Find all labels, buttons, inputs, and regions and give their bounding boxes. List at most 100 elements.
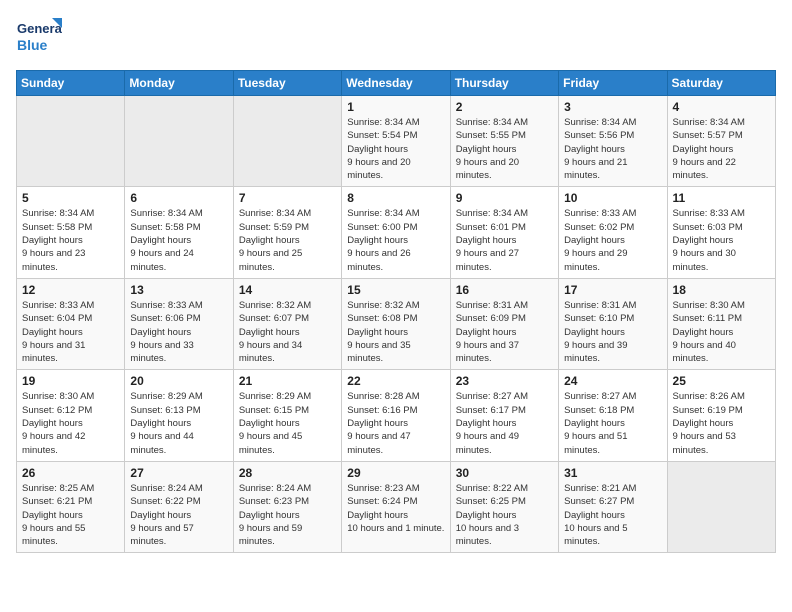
day-number: 22 — [347, 374, 444, 388]
logo: General Blue — [16, 16, 62, 60]
weekday-header-friday: Friday — [559, 71, 667, 96]
weekday-header-thursday: Thursday — [450, 71, 558, 96]
day-number: 12 — [22, 283, 119, 297]
logo-svg: General Blue — [16, 16, 62, 60]
day-number: 28 — [239, 466, 336, 480]
day-info: Sunrise: 8:34 AMSunset: 5:58 PMDaylight … — [130, 207, 227, 273]
calendar-day: 15Sunrise: 8:32 AMSunset: 6:08 PMDayligh… — [342, 278, 450, 369]
svg-text:Blue: Blue — [17, 37, 48, 53]
day-number: 20 — [130, 374, 227, 388]
day-info: Sunrise: 8:29 AMSunset: 6:13 PMDaylight … — [130, 390, 227, 456]
day-info: Sunrise: 8:33 AMSunset: 6:02 PMDaylight … — [564, 207, 661, 273]
calendar-day: 6 Sunrise: 8:34 AMSunset: 5:58 PMDaylight… — [125, 187, 233, 278]
day-info: Sunrise: 8:26 AMSunset: 6:19 PMDaylight … — [673, 390, 770, 456]
day-info: Sunrise: 8:34 AMSunset: 5:55 PMDaylight … — [456, 116, 553, 182]
weekday-header-wednesday: Wednesday — [342, 71, 450, 96]
day-number: 17 — [564, 283, 661, 297]
calendar-week-2: 5 Sunrise: 8:34 AMSunset: 5:58 PMDaylight… — [17, 187, 776, 278]
day-number: 18 — [673, 283, 770, 297]
day-number: 1 — [347, 100, 444, 114]
day-info: Sunrise: 8:22 AMSunset: 6:25 PMDaylight … — [456, 482, 553, 548]
calendar-day: 10 Sunrise: 8:33 AMSunset: 6:02 PMDayligh… — [559, 187, 667, 278]
day-number: 9 — [456, 191, 553, 205]
calendar-day: 9 Sunrise: 8:34 AMSunset: 6:01 PMDaylight… — [450, 187, 558, 278]
calendar-day — [233, 96, 341, 187]
calendar-day — [125, 96, 233, 187]
day-info: Sunrise: 8:27 AMSunset: 6:17 PMDaylight … — [456, 390, 553, 456]
calendar-day: 3 Sunrise: 8:34 AMSunset: 5:56 PMDaylight… — [559, 96, 667, 187]
day-number: 14 — [239, 283, 336, 297]
day-info: Sunrise: 8:34 AMSunset: 5:57 PMDaylight … — [673, 116, 770, 182]
calendar-day: 25Sunrise: 8:26 AMSunset: 6:19 PMDayligh… — [667, 370, 775, 461]
calendar-table: SundayMondayTuesdayWednesdayThursdayFrid… — [16, 70, 776, 553]
day-info: Sunrise: 8:28 AMSunset: 6:16 PMDaylight … — [347, 390, 444, 456]
calendar-day: 26 Sunrise: 8:25 AMSunset: 6:21 PMDayligh… — [17, 461, 125, 552]
day-number: 15 — [347, 283, 444, 297]
calendar-week-1: 1Sunrise: 8:34 AMSunset: 5:54 PMDaylight… — [17, 96, 776, 187]
day-number: 7 — [239, 191, 336, 205]
day-info: Sunrise: 8:34 AMSunset: 6:00 PMDaylight … — [347, 207, 444, 273]
day-number: 16 — [456, 283, 553, 297]
day-info: Sunrise: 8:30 AMSunset: 6:11 PMDaylight … — [673, 299, 770, 365]
calendar-day: 31 Sunrise: 8:21 AMSunset: 6:27 PMDayligh… — [559, 461, 667, 552]
day-info: Sunrise: 8:25 AMSunset: 6:21 PMDaylight … — [22, 482, 119, 548]
calendar-day: 5 Sunrise: 8:34 AMSunset: 5:58 PMDaylight… — [17, 187, 125, 278]
calendar-day: 27 Sunrise: 8:24 AMSunset: 6:22 PMDayligh… — [125, 461, 233, 552]
day-info: Sunrise: 8:21 AMSunset: 6:27 PMDaylight … — [564, 482, 661, 548]
day-number: 2 — [456, 100, 553, 114]
day-number: 26 — [22, 466, 119, 480]
calendar-day: 14 Sunrise: 8:32 AMSunset: 6:07 PMDayligh… — [233, 278, 341, 369]
day-number: 27 — [130, 466, 227, 480]
calendar-week-5: 26 Sunrise: 8:25 AMSunset: 6:21 PMDayligh… — [17, 461, 776, 552]
calendar-day: 24 Sunrise: 8:27 AMSunset: 6:18 PMDayligh… — [559, 370, 667, 461]
calendar-day: 22 Sunrise: 8:28 AMSunset: 6:16 PMDayligh… — [342, 370, 450, 461]
weekday-header-saturday: Saturday — [667, 71, 775, 96]
day-info: Sunrise: 8:33 AMSunset: 6:04 PMDaylight … — [22, 299, 119, 365]
day-number: 11 — [673, 191, 770, 205]
day-number: 30 — [456, 466, 553, 480]
day-info: Sunrise: 8:24 AMSunset: 6:23 PMDaylight … — [239, 482, 336, 548]
day-info: Sunrise: 8:30 AMSunset: 6:12 PMDaylight … — [22, 390, 119, 456]
day-number: 23 — [456, 374, 553, 388]
calendar-day: 28 Sunrise: 8:24 AMSunset: 6:23 PMDayligh… — [233, 461, 341, 552]
weekday-header-sunday: Sunday — [17, 71, 125, 96]
calendar-day: 20 Sunrise: 8:29 AMSunset: 6:13 PMDayligh… — [125, 370, 233, 461]
calendar-day: 13Sunrise: 8:33 AMSunset: 6:06 PMDayligh… — [125, 278, 233, 369]
calendar-week-4: 19 Sunrise: 8:30 AMSunset: 6:12 PMDayligh… — [17, 370, 776, 461]
calendar-day: 17Sunrise: 8:31 AMSunset: 6:10 PMDayligh… — [559, 278, 667, 369]
day-number: 13 — [130, 283, 227, 297]
day-number: 8 — [347, 191, 444, 205]
day-number: 31 — [564, 466, 661, 480]
calendar-day — [667, 461, 775, 552]
day-info: Sunrise: 8:29 AMSunset: 6:15 PMDaylight … — [239, 390, 336, 456]
day-info: Sunrise: 8:34 AMSunset: 5:59 PMDaylight … — [239, 207, 336, 273]
calendar-day: 29Sunrise: 8:23 AMSunset: 6:24 PMDayligh… — [342, 461, 450, 552]
day-number: 6 — [130, 191, 227, 205]
calendar-day: 16Sunrise: 8:31 AMSunset: 6:09 PMDayligh… — [450, 278, 558, 369]
svg-text:General: General — [17, 21, 62, 36]
day-number: 3 — [564, 100, 661, 114]
calendar-day: 18 Sunrise: 8:30 AMSunset: 6:11 PMDayligh… — [667, 278, 775, 369]
day-info: Sunrise: 8:23 AMSunset: 6:24 PMDaylight … — [347, 482, 444, 535]
day-info: Sunrise: 8:32 AMSunset: 6:07 PMDaylight … — [239, 299, 336, 365]
calendar-day: 2 Sunrise: 8:34 AMSunset: 5:55 PMDaylight… — [450, 96, 558, 187]
day-number: 19 — [22, 374, 119, 388]
calendar-day — [17, 96, 125, 187]
day-info: Sunrise: 8:24 AMSunset: 6:22 PMDaylight … — [130, 482, 227, 548]
day-info: Sunrise: 8:34 AMSunset: 5:58 PMDaylight … — [22, 207, 119, 273]
calendar-day: 19 Sunrise: 8:30 AMSunset: 6:12 PMDayligh… — [17, 370, 125, 461]
day-number: 10 — [564, 191, 661, 205]
calendar-day: 4Sunrise: 8:34 AMSunset: 5:57 PMDaylight… — [667, 96, 775, 187]
weekday-header-tuesday: Tuesday — [233, 71, 341, 96]
day-number: 5 — [22, 191, 119, 205]
day-number: 24 — [564, 374, 661, 388]
day-info: Sunrise: 8:34 AMSunset: 6:01 PMDaylight … — [456, 207, 553, 273]
weekday-header-monday: Monday — [125, 71, 233, 96]
calendar-day: 23 Sunrise: 8:27 AMSunset: 6:17 PMDayligh… — [450, 370, 558, 461]
calendar-week-3: 12 Sunrise: 8:33 AMSunset: 6:04 PMDayligh… — [17, 278, 776, 369]
calendar-day: 7 Sunrise: 8:34 AMSunset: 5:59 PMDaylight… — [233, 187, 341, 278]
calendar-day: 1Sunrise: 8:34 AMSunset: 5:54 PMDaylight… — [342, 96, 450, 187]
calendar-day: 21Sunrise: 8:29 AMSunset: 6:15 PMDayligh… — [233, 370, 341, 461]
day-info: Sunrise: 8:34 AMSunset: 5:56 PMDaylight … — [564, 116, 661, 182]
day-info: Sunrise: 8:27 AMSunset: 6:18 PMDaylight … — [564, 390, 661, 456]
